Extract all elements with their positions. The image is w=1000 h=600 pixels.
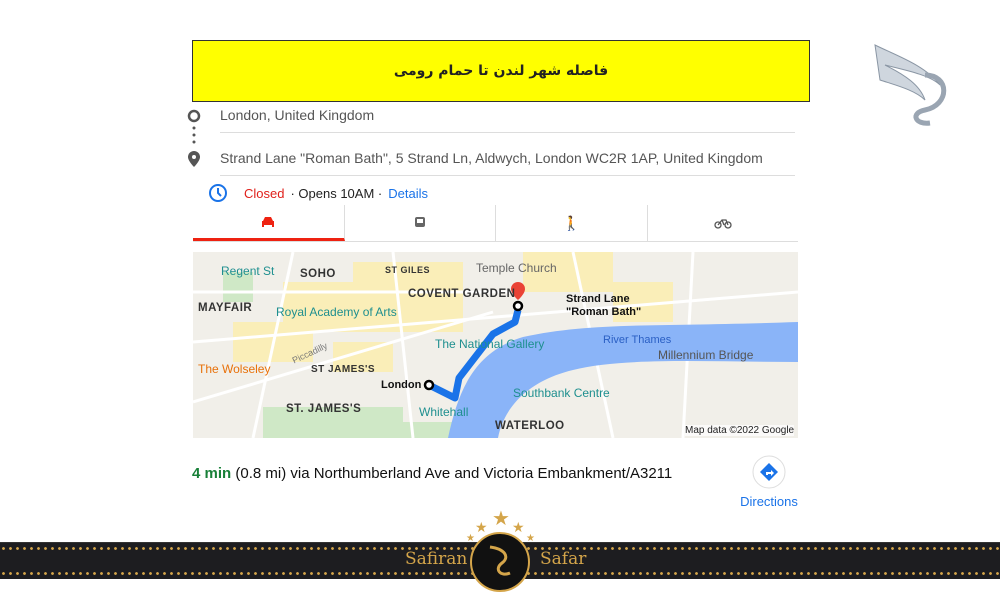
tab-walking[interactable]: 🚶 xyxy=(496,205,648,241)
directions-label: Directions xyxy=(740,494,798,509)
map-label: COVENT GARDEN xyxy=(408,288,516,300)
map-label: Southbank Centre xyxy=(513,386,610,400)
opens-time: · Opens 10AM · xyxy=(290,185,383,201)
origin-input[interactable]: London, United Kingdom xyxy=(220,107,795,133)
svg-text:★: ★ xyxy=(466,533,475,544)
travel-mode-tabs: 🚶 xyxy=(193,205,798,242)
route-description: (0.8 mi) via Northumberland Ave and Vict… xyxy=(231,465,673,482)
svg-text:★: ★ xyxy=(512,519,525,535)
map-label: "Roman Bath" xyxy=(566,306,642,318)
footer-brand-right: Safar xyxy=(540,549,587,569)
map-label: Millennium Bridge xyxy=(658,348,754,362)
route-map[interactable]: Regent St SOHO ST GILES Temple Church CO… xyxy=(193,252,798,438)
opening-hours: Closed · Opens 10AM · Details xyxy=(208,183,428,203)
car-icon xyxy=(262,216,275,227)
map-label: ST GILES xyxy=(385,265,431,275)
tab-transit[interactable] xyxy=(345,205,496,241)
map-label: Strand Lane xyxy=(566,293,630,305)
tab-driving[interactable] xyxy=(193,205,345,241)
brand-logo-icon xyxy=(874,44,947,126)
map-attribution: Map data ©2022 Google xyxy=(685,425,795,436)
svg-text:★: ★ xyxy=(526,533,535,544)
map-label: WATERLOO xyxy=(495,420,565,432)
map-label: MAYFAIR xyxy=(198,302,253,314)
map-label: Temple Church xyxy=(476,261,557,275)
route-summary: 4 min (0.8 mi) via Northumberland Ave an… xyxy=(192,462,732,485)
origin-icon xyxy=(187,109,201,123)
directions-icon xyxy=(752,455,786,489)
banner-title: فاصله شهر لندن تا حمام رومی xyxy=(192,40,810,102)
map-label: London xyxy=(381,379,422,391)
walk-icon: 🚶 xyxy=(562,214,580,231)
details-link[interactable]: Details xyxy=(388,186,428,201)
bike-icon xyxy=(714,219,732,229)
train-icon xyxy=(414,217,425,227)
map-label: Whitehall xyxy=(419,405,469,419)
map-label: Regent St xyxy=(221,264,275,278)
map-label: River Thames xyxy=(603,334,672,346)
travel-time: 4 min xyxy=(192,465,232,482)
map-label: The Wolseley xyxy=(198,362,271,376)
route-markers xyxy=(187,109,201,167)
map-label: SOHO xyxy=(300,268,336,280)
map-label: ST. JAMES'S xyxy=(286,403,362,415)
clock-icon xyxy=(209,184,227,202)
status-closed: Closed xyxy=(244,185,285,201)
directions-button[interactable]: Directions xyxy=(735,455,803,509)
map-label: ST JAMES'S xyxy=(311,364,376,375)
origin-marker xyxy=(423,379,435,391)
footer-emblem-icon: ★★ ★★ ★ xyxy=(466,508,535,592)
map-label: Royal Academy of Arts xyxy=(276,305,397,319)
tab-cycling[interactable] xyxy=(648,205,799,241)
svg-text:★: ★ xyxy=(475,519,488,535)
destination-input[interactable]: Strand Lane "Roman Bath", 5 Strand Ln, A… xyxy=(220,150,795,176)
destination-marker xyxy=(512,300,524,312)
footer-brand-left: Safiran xyxy=(405,549,468,569)
map-label: The National Gallery xyxy=(435,337,545,351)
svg-text:★: ★ xyxy=(492,508,510,530)
